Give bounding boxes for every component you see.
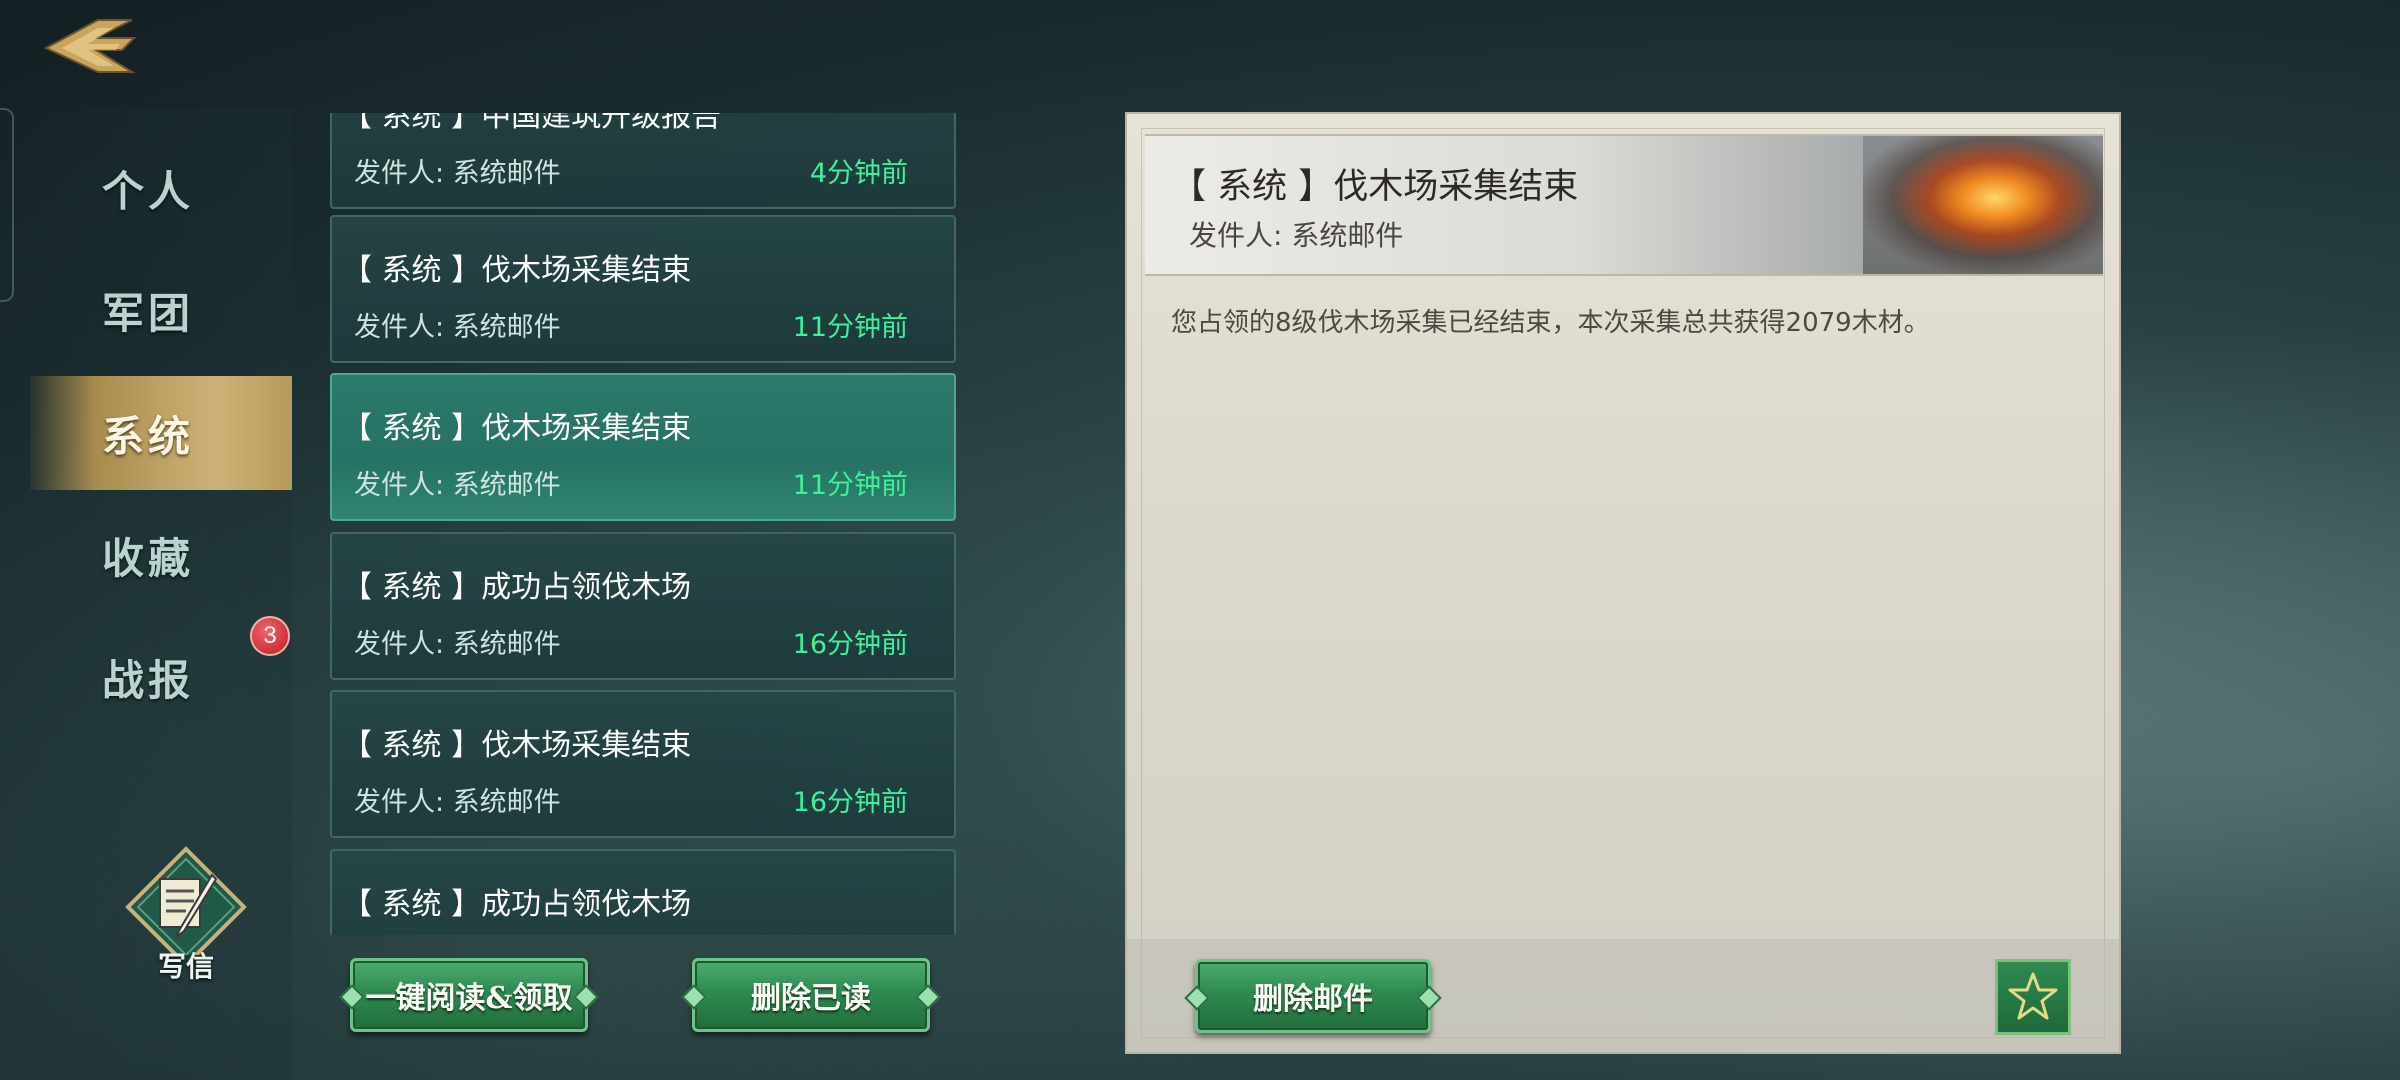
mail-list[interactable]: 【 系统 】中国建筑升级报告 发件人: 系统邮件 4分钟前 【 系统 】伐木场采… [320,113,960,935]
nav-item-label: 系统 [101,411,194,461]
nav-item-label: 军团 [101,288,194,338]
mail-detail-panel: 【 系统 】伐木场采集结束 发件人: 系统邮件 您占领的8级伐木场采集已经结束，… [1125,112,2121,1054]
nav-rail [0,108,14,302]
mail-item[interactable]: 【 系统 】成功占领伐木场 [330,849,956,935]
nav-item-label: 战报 [101,655,194,705]
mail-sender: 发件人: 系统邮件 [354,312,561,343]
detail-title: 【 系统 】伐木场采集结束 [1171,167,1579,207]
mail-time: 16分钟前 [792,629,908,660]
nav-item-legion[interactable]: 军团 [30,253,292,367]
mail-sender: 发件人: 系统邮件 [354,629,561,660]
nav-item-system[interactable]: 系统 [30,376,292,490]
write-letter-button[interactable]: 写信 [120,845,252,983]
battle-report-badge: 3 [250,616,290,656]
favorite-button[interactable] [1995,959,2071,1035]
mail-title: 【 系统 】中国建筑升级报告 [342,113,722,134]
read-all-claim-button[interactable]: 一键阅读&领取 [350,958,588,1032]
detail-sender: 发件人: 系统邮件 [1189,219,1404,252]
quill-letter-icon [125,846,247,968]
star-icon [2008,972,2058,1020]
mail-title: 【 系统 】成功占领伐木场 [342,570,692,605]
nav-item-label: 个人 [101,166,194,216]
mail-item[interactable]: 【 系统 】伐木场采集结束 发件人: 系统邮件 11分钟前 [330,215,956,363]
delete-mail-label: 删除邮件 [1253,982,1373,1017]
mail-item[interactable]: 【 系统 】伐木场采集结束 发件人: 系统邮件 16分钟前 [330,690,956,838]
mail-item[interactable]: 【 系统 】成功占领伐木场 发件人: 系统邮件 16分钟前 [330,532,956,680]
detail-footer: 删除邮件 [1127,939,2119,1052]
nav-item-favorites[interactable]: 收藏 [30,498,292,612]
mail-title: 【 系统 】伐木场采集结束 [342,411,692,446]
mail-sender: 发件人: 系统邮件 [354,787,561,818]
read-all-claim-label: 一键阅读&领取 [365,981,573,1016]
mail-title: 【 系统 】成功占领伐木场 [342,887,692,922]
mail-item[interactable]: 【 系统 】中国建筑升级报告 发件人: 系统邮件 4分钟前 [330,113,956,209]
mail-sender: 发件人: 系统邮件 [354,158,561,189]
delete-mail-button[interactable]: 删除邮件 [1195,959,1431,1033]
back-button[interactable] [40,14,140,84]
nav-item-personal[interactable]: 个人 [30,131,292,245]
detail-body: 您占领的8级伐木场采集已经结束，本次采集总共获得2079木材。 [1171,308,1930,338]
nav-item-label: 收藏 [101,533,194,583]
mail-title: 【 系统 】伐木场采集结束 [342,728,692,763]
mail-time: 11分钟前 [792,312,908,343]
mail-item-selected[interactable]: 【 系统 】伐木场采集结束 发件人: 系统邮件 11分钟前 [330,373,956,521]
burning-tower-banner [1863,136,2103,274]
detail-header: 【 系统 】伐木场采集结束 发件人: 系统邮件 [1145,134,2103,276]
mail-sender: 发件人: 系统邮件 [354,470,561,501]
mail-time: 16分钟前 [792,787,908,818]
delete-read-button[interactable]: 删除已读 [692,958,930,1032]
back-arrow-icon [43,19,137,73]
delete-read-label: 删除已读 [751,981,871,1016]
write-letter-label: 写信 [157,950,214,983]
mail-time: 4分钟前 [809,158,908,189]
mail-time: 11分钟前 [792,470,908,501]
mail-title: 【 系统 】伐木场采集结束 [342,253,692,288]
